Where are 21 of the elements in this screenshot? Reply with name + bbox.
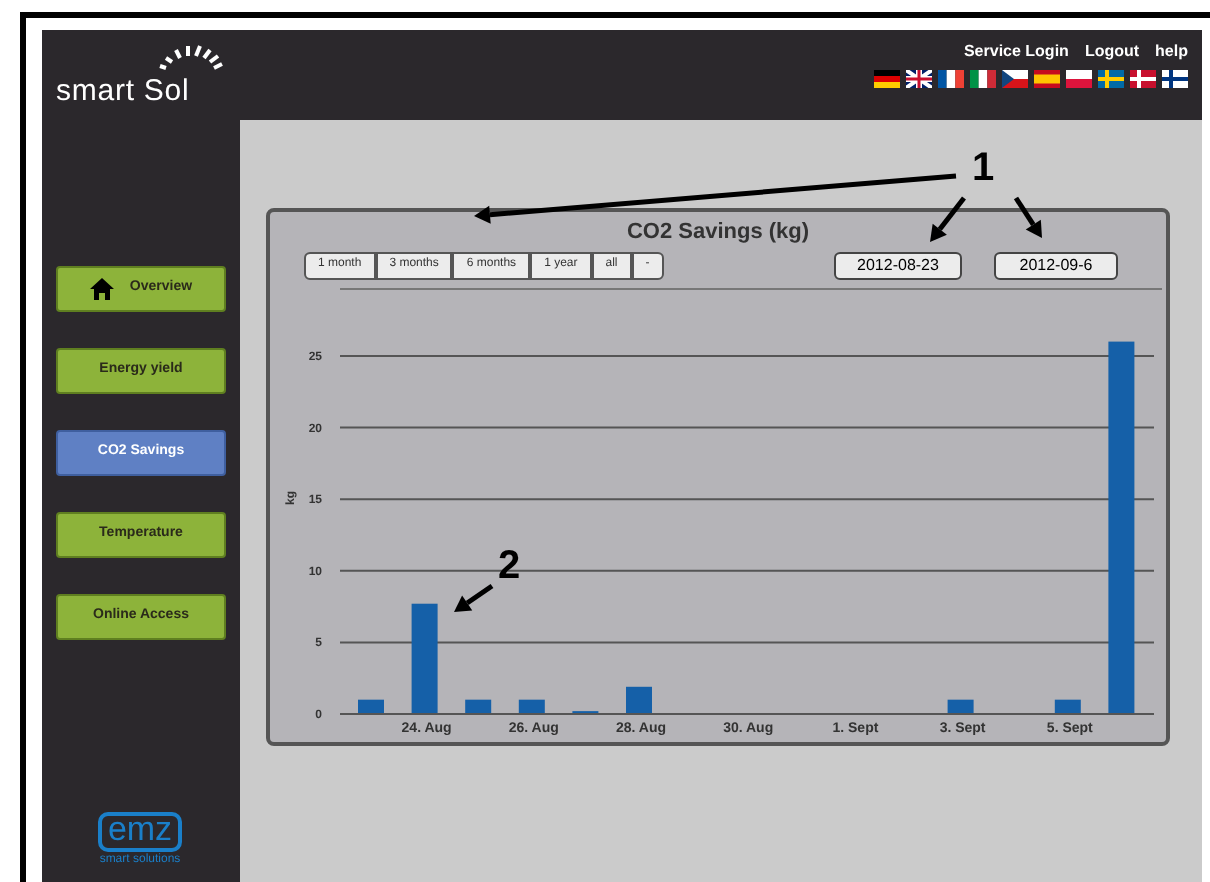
- sun-rays-icon: [156, 42, 224, 70]
- flag-icon[interactable]: [906, 70, 932, 88]
- header-link[interactable]: Logout: [1084, 44, 1140, 60]
- annotation-arrow: [1013, 196, 1042, 238]
- start-date-field[interactable]: 2012-08-23: [834, 251, 962, 279]
- header-link[interactable]: Service Login: [963, 44, 1069, 60]
- bar: [626, 686, 652, 714]
- flag-icon[interactable]: [1002, 70, 1028, 88]
- end-date-field[interactable]: 2012-09-6: [994, 251, 1118, 279]
- flag-icon[interactable]: [1162, 70, 1188, 88]
- header-link[interactable]: help: [1155, 44, 1188, 60]
- flag-icon[interactable]: [874, 70, 900, 88]
- annotation-number: 2: [498, 546, 521, 586]
- emz-logo: emz: [97, 812, 183, 852]
- bar: [411, 603, 438, 714]
- flag-icon[interactable]: [938, 70, 964, 88]
- logo-text: smart Sol: [56, 74, 190, 108]
- annotation-arrow: [454, 583, 494, 612]
- annotation-number: 1: [972, 148, 995, 188]
- home-icon: [89, 278, 114, 300]
- chart-title: CO2 Savings (kg): [626, 218, 810, 248]
